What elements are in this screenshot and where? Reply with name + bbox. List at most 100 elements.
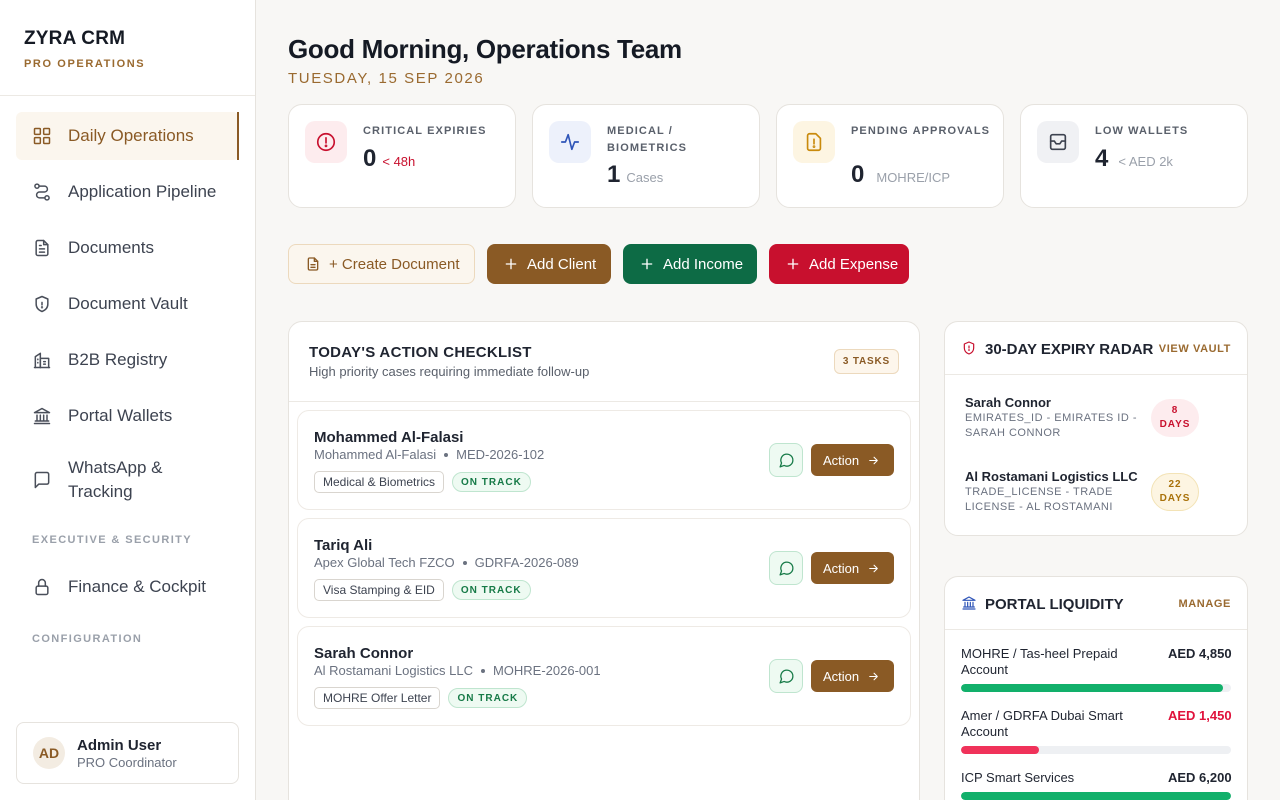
expiry-item-name: Sarah Connor [965, 395, 1051, 410]
service-tag: MOHRE Offer Letter [314, 687, 441, 709]
expiry-item-doc: EMIRATES_ID - EMIRATES ID - SARAH CONNOR [965, 412, 1137, 439]
wallet-amount: AED 4,850 [1168, 646, 1232, 661]
stat-card-medical-biometrics[interactable]: MEDICAL / BIOMETRICS 1 Cases [532, 104, 760, 208]
whatsapp-button[interactable] [769, 551, 803, 585]
sidebar-item-label: Application Pipeline [68, 182, 217, 201]
sidebar-item-label: WhatsApp & Tracking [68, 458, 163, 501]
days-badge: 22 DAYS [1151, 473, 1199, 511]
sidebar-item-application-pipeline[interactable]: Application Pipeline [16, 168, 239, 216]
message-circle-icon [778, 561, 794, 576]
sidebar-item-daily-operations[interactable]: Daily Operations [16, 112, 239, 160]
wallet-balance-fill [961, 684, 1223, 692]
add-client-button[interactable]: Add Client [487, 244, 611, 284]
status-badge: ON TRACK [452, 472, 531, 492]
stat-value: 0 MOHRE/ICP [851, 161, 951, 188]
brand-subtitle: PRO OPERATIONS [24, 58, 146, 70]
stat-label: MEDICAL / BIOMETRICS [607, 125, 688, 154]
action-button[interactable]: Action [811, 444, 894, 476]
stat-card-critical-expiries[interactable]: CRITICAL EXPIRIES 0 < 48h [288, 104, 516, 208]
sidebar-nav: Daily Operations Application Pipeline Do… [16, 112, 239, 645]
portal-liquidity-title: PORTAL LIQUIDITY [985, 596, 1124, 613]
portal-liquidity-panel: PORTAL LIQUIDITY MANAGE MOHRE / Tas-heel… [944, 576, 1248, 800]
wallet-balance-fill [961, 792, 1231, 800]
shield-icon [32, 294, 52, 314]
sidebar-item-whatsapp-tracking[interactable]: WhatsApp & Tracking [16, 448, 239, 512]
message-circle-icon [778, 453, 794, 468]
stat-sub: < AED 2k [1118, 154, 1173, 169]
stat-label: PENDING APPROVALS [851, 125, 991, 137]
view-vault-link[interactable]: VIEW VAULT [1159, 343, 1231, 355]
wallet-name: MOHRE / Tas-heel Prepaid Account [961, 646, 1118, 677]
add-client-label: Add Client [527, 255, 597, 273]
client-name: Mohammed Al-Falasi [314, 429, 464, 446]
wallet-amount: AED 6,200 [1168, 770, 1232, 785]
expiry-radar-panel: 30-DAY EXPIRY RADAR VIEW VAULT Sarah Con… [944, 321, 1248, 536]
checklist-row[interactable]: Sarah Connor Al Rostamani Logistics LLC M… [297, 626, 911, 726]
file-icon [307, 257, 319, 271]
wallet-name: Amer / GDRFA Dubai Smart Account [961, 708, 1123, 739]
stat-value: 4 < AED 2k [1095, 145, 1173, 172]
building-icon [32, 350, 52, 370]
status-badge: ON TRACK [448, 688, 528, 708]
wallet-balance-bar [961, 684, 1231, 692]
wallet-amount: AED 1,450 [1168, 708, 1232, 723]
page-title: Good Morning, Operations Team [288, 34, 682, 64]
expiry-item-doc: TRADE_LICENSE - TRADE LICENSE - AL ROSTA… [965, 486, 1113, 513]
client-name: Tariq Ali [314, 537, 373, 554]
add-income-label: Add Income [663, 255, 744, 273]
sidebar-item-label: Documents [68, 238, 154, 257]
plus-icon [641, 258, 653, 270]
landmark-icon [961, 595, 977, 611]
sidebar-item-label: Portal Wallets [68, 406, 173, 425]
user-card[interactable]: AD Admin User PRO Coordinator [16, 722, 239, 784]
days-badge: 8 DAYS [1151, 399, 1199, 437]
whatsapp-button[interactable] [769, 659, 803, 693]
row-meta: Al Rostamani Logistics LLC MOHRE-2026-001 [314, 663, 601, 678]
row-meta: Apex Global Tech FZCO GDRFA-2026-089 [314, 555, 579, 570]
wallet-name: ICP Smart Services [961, 770, 1075, 785]
file-text-icon [32, 238, 52, 258]
expiry-item-name: Al Rostamani Logistics LLC [965, 469, 1138, 484]
sidebar-item-b2b-registry[interactable]: B2B Registry [16, 336, 239, 384]
shield-alert-icon [961, 340, 977, 356]
stat-sub: < 48h [382, 154, 416, 169]
stat-sub: Cases [626, 170, 664, 185]
wallet-balance-fill [961, 746, 1040, 754]
nav-section-configuration: CONFIGURATION [32, 633, 143, 645]
sidebar-item-label: Finance & Cockpit [68, 577, 206, 596]
manage-link[interactable]: MANAGE [1179, 598, 1232, 610]
create-document-button[interactable]: + Create Document [288, 244, 475, 284]
checklist-subtitle: High priority cases requiring immediate … [309, 364, 590, 379]
wallet-balance-bar [961, 792, 1231, 800]
checklist-row[interactable]: Mohammed Al-Falasi Mohammed Al-Falasi MED… [297, 410, 911, 510]
sidebar-item-documents[interactable]: Documents [16, 224, 239, 272]
brand: ZYRA CRM PRO OPERATIONS [0, 0, 255, 96]
stat-value: 0 < 48h [363, 145, 416, 172]
action-button[interactable]: Action [811, 660, 894, 692]
sidebar-item-portal-wallets[interactable]: Portal Wallets [16, 392, 239, 440]
checklist-row[interactable]: Tariq Ali Apex Global Tech FZCO GDRFA-202… [297, 518, 911, 618]
dashboard-icon [32, 126, 52, 146]
stat-card-low-wallets[interactable]: LOW WALLETS 4 < AED 2k [1020, 104, 1248, 208]
add-expense-button[interactable]: Add Expense [769, 244, 909, 284]
user-name: Admin User [77, 736, 162, 754]
action-button[interactable]: Action [811, 552, 894, 584]
sidebar-item-document-vault[interactable]: Document Vault [16, 280, 239, 328]
route-icon [32, 182, 52, 202]
activity-icon [549, 121, 591, 163]
wallet-balance-bar [961, 746, 1231, 754]
stat-sub: MOHRE/ICP [876, 170, 951, 185]
stat-card-pending-approvals[interactable]: PENDING APPROVALS 0 MOHRE/ICP [776, 104, 1004, 208]
add-income-button[interactable]: Add Income [623, 244, 757, 284]
whatsapp-button[interactable] [769, 443, 803, 477]
service-tag: Visa Stamping & EID [314, 579, 444, 601]
alert-circle-icon [305, 121, 347, 163]
add-expense-label: Add Expense [809, 255, 899, 273]
sidebar-item-label: B2B Registry [68, 350, 168, 369]
lock-icon [32, 577, 52, 597]
expiry-radar-title: 30-DAY EXPIRY RADAR [985, 341, 1154, 358]
stat-label: LOW WALLETS [1095, 125, 1189, 137]
sidebar-item-finance-cockpit[interactable]: Finance & Cockpit [16, 563, 239, 611]
checklist-title: TODAY'S ACTION CHECKLIST [309, 344, 532, 361]
checklist-header: TODAY'S ACTION CHECKLIST High priority c… [289, 322, 919, 402]
